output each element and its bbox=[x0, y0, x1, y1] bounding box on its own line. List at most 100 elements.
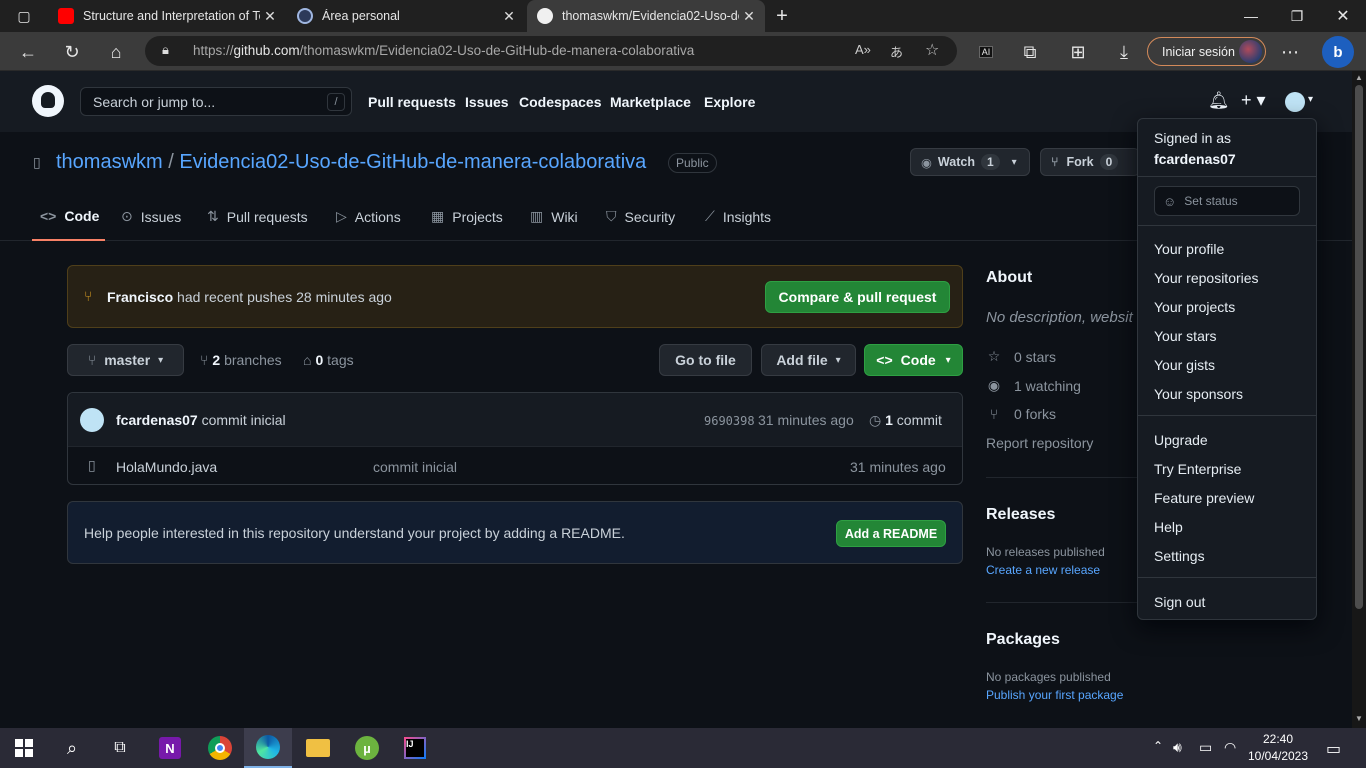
translate-icon[interactable]: あ bbox=[890, 42, 903, 61]
go-to-file-button[interactable]: Go to file bbox=[659, 344, 752, 376]
task-view-icon[interactable]: ⧉ bbox=[96, 728, 144, 768]
browser-tab-youtube[interactable]: Structure and Interpretation of Te ✕ bbox=[48, 0, 286, 32]
menu-your-projects[interactable]: Your projects bbox=[1154, 299, 1235, 315]
onenote-icon[interactable]: N bbox=[146, 728, 194, 768]
menu-your-repositories[interactable]: Your repositories bbox=[1154, 270, 1259, 286]
bing-chat-icon[interactable]: b bbox=[1322, 36, 1354, 68]
menu-sign-out[interactable]: Sign out bbox=[1154, 594, 1205, 610]
search-input[interactable]: Search or jump to... / bbox=[80, 87, 352, 116]
compare-pull-request-button[interactable]: Compare & pull request bbox=[765, 281, 950, 313]
close-tab-icon[interactable]: ✕ bbox=[499, 8, 519, 25]
commit-message-link[interactable]: commit inicial bbox=[202, 412, 286, 428]
set-status-button[interactable]: ☺ Set status bbox=[1154, 186, 1300, 216]
code-button[interactable]: <> Code ▾ bbox=[864, 344, 963, 376]
battery-icon[interactable]: ▭ bbox=[1199, 739, 1212, 756]
nav-codespaces[interactable]: Codespaces bbox=[519, 94, 601, 110]
packages-heading[interactable]: Packages bbox=[986, 631, 1060, 649]
tab-actions-icon[interactable]: ▢ bbox=[10, 2, 38, 30]
downloads-icon[interactable]: ⤓ bbox=[1110, 38, 1138, 66]
stars-link[interactable]: ☆ 0 stars bbox=[986, 348, 1056, 365]
back-icon[interactable]: ← bbox=[14, 38, 42, 66]
search-icon[interactable]: ⌕ bbox=[48, 728, 96, 768]
file-commit-message[interactable]: commit inicial bbox=[373, 459, 457, 475]
menu-try-enterprise[interactable]: Try Enterprise bbox=[1154, 461, 1241, 477]
volume-icon[interactable]: 🔊︎ bbox=[1173, 739, 1182, 756]
tab-pull-requests[interactable]: ⇅ Pull requests bbox=[207, 208, 308, 225]
scroll-up-icon[interactable]: ▲ bbox=[1355, 73, 1363, 82]
tab-security[interactable]: ⛉ Security bbox=[606, 208, 675, 225]
scroll-thumb[interactable] bbox=[1355, 85, 1363, 609]
notifications-icon[interactable]: ▭ bbox=[1326, 739, 1341, 759]
tab-insights[interactable]: ⟋ Insights bbox=[705, 208, 771, 225]
create-new-plus-icon[interactable]: + ▾ bbox=[1241, 90, 1266, 111]
table-row[interactable]: ▯ HolaMundo.java commit inicial 31 minut… bbox=[68, 448, 962, 484]
releases-heading[interactable]: Releases bbox=[986, 506, 1055, 524]
chevron-down-icon[interactable]: ▾ bbox=[1308, 94, 1313, 105]
report-repository-link[interactable]: Report repository bbox=[986, 435, 1093, 451]
author-avatar[interactable] bbox=[80, 408, 104, 432]
repo-owner-link[interactable]: thomaswkm bbox=[56, 151, 163, 173]
scroll-down-icon[interactable]: ▼ bbox=[1355, 714, 1363, 723]
browser-tab-github[interactable]: thomaswkm/Evidencia02-Uso-de ✕ bbox=[527, 0, 765, 32]
file-explorer-icon[interactable] bbox=[294, 728, 342, 768]
github-logo-icon[interactable] bbox=[32, 85, 64, 117]
lock-icon[interactable]: 🔒︎ bbox=[162, 42, 169, 58]
edge-icon[interactable] bbox=[244, 728, 292, 768]
nav-issues[interactable]: Issues bbox=[465, 94, 509, 110]
tab-projects[interactable]: ▦ Projects bbox=[431, 208, 503, 225]
menu-your-sponsors[interactable]: Your sponsors bbox=[1154, 386, 1243, 402]
file-name-link[interactable]: HolaMundo.java bbox=[116, 459, 217, 475]
menu-settings[interactable]: Settings bbox=[1154, 548, 1205, 564]
forks-link[interactable]: ⑂ 0 forks bbox=[986, 406, 1056, 422]
menu-upgrade[interactable]: Upgrade bbox=[1154, 432, 1208, 448]
add-readme-button[interactable]: Add a README bbox=[836, 520, 946, 547]
menu-your-profile[interactable]: Your profile bbox=[1154, 241, 1224, 257]
extensions-puzzle-icon[interactable]: ⧉ bbox=[1016, 38, 1044, 66]
home-icon[interactable]: ⌂ bbox=[102, 38, 130, 66]
new-tab-button[interactable]: + bbox=[768, 2, 796, 30]
wifi-icon[interactable]: ◠ bbox=[1224, 739, 1236, 756]
more-menu-icon[interactable]: ⋯ bbox=[1276, 38, 1304, 66]
menu-help[interactable]: Help bbox=[1154, 519, 1183, 535]
collections-icon[interactable]: ⊞ bbox=[1064, 38, 1092, 66]
tab-wiki[interactable]: ▥ Wiki bbox=[530, 208, 578, 225]
address-bar[interactable]: 🔒︎ https://github.com/thomaswkm/Evidenci… bbox=[145, 36, 957, 66]
clock-time[interactable]: 22:40 bbox=[1250, 732, 1306, 746]
nav-marketplace[interactable]: Marketplace bbox=[610, 94, 691, 110]
nav-explore[interactable]: Explore bbox=[704, 94, 755, 110]
chrome-icon[interactable] bbox=[196, 728, 244, 768]
menu-feature-preview[interactable]: Feature preview bbox=[1154, 490, 1254, 506]
notifications-bell-icon[interactable]: 🔔︎ bbox=[1208, 91, 1230, 111]
close-tab-icon[interactable]: ✕ bbox=[260, 8, 280, 25]
utorrent-icon[interactable]: µ bbox=[343, 728, 391, 768]
watch-button[interactable]: ◉ Watch 1 ▾ bbox=[910, 148, 1030, 176]
branch-select-button[interactable]: ⑂ master ▾ bbox=[67, 344, 184, 376]
nav-pull-requests[interactable]: Pull requests bbox=[368, 94, 456, 110]
minimize-icon[interactable]: — bbox=[1228, 0, 1274, 32]
tags-link[interactable]: ⌂ 0 tags bbox=[303, 352, 354, 368]
tab-actions[interactable]: ▷ Actions bbox=[336, 208, 401, 225]
add-file-button[interactable]: Add file ▾ bbox=[761, 344, 856, 376]
profile-signin-button[interactable]: Iniciar sesión bbox=[1147, 37, 1266, 66]
fork-button[interactable]: ⑂ Fork 0 bbox=[1040, 148, 1140, 176]
watching-link[interactable]: ◉ 1 watching bbox=[986, 377, 1081, 394]
browser-tab-area-personal[interactable]: Área personal ✕ bbox=[287, 0, 525, 32]
repo-name-link[interactable]: Evidencia02-Uso-de-GitHub-de-manera-cola… bbox=[179, 151, 646, 173]
menu-your-gists[interactable]: Your gists bbox=[1154, 357, 1215, 373]
url-text[interactable]: https://github.com/thomaswkm/Evidencia02… bbox=[193, 43, 694, 58]
restore-icon[interactable]: ❐ bbox=[1274, 0, 1320, 32]
user-avatar[interactable] bbox=[1285, 92, 1305, 112]
close-window-icon[interactable]: ✕ bbox=[1320, 0, 1366, 32]
extension-icon[interactable]: AI bbox=[972, 38, 1000, 66]
intellij-icon[interactable]: IJ bbox=[391, 728, 439, 768]
publish-package-link[interactable]: Publish your first package bbox=[986, 688, 1123, 702]
commit-sha[interactable]: 9690398 bbox=[704, 414, 755, 428]
read-aloud-icon[interactable]: A» bbox=[855, 42, 871, 57]
create-release-link[interactable]: Create a new release bbox=[986, 563, 1100, 577]
clock-date[interactable]: 10/04/2023 bbox=[1246, 749, 1310, 763]
start-icon[interactable] bbox=[0, 728, 48, 768]
show-hidden-icons-icon[interactable]: ⌃ bbox=[1153, 739, 1163, 753]
refresh-icon[interactable]: ↻ bbox=[58, 38, 86, 66]
branches-link[interactable]: ⑂ 2 branches bbox=[200, 352, 282, 368]
commit-author-link[interactable]: fcardenas07 bbox=[116, 412, 198, 428]
